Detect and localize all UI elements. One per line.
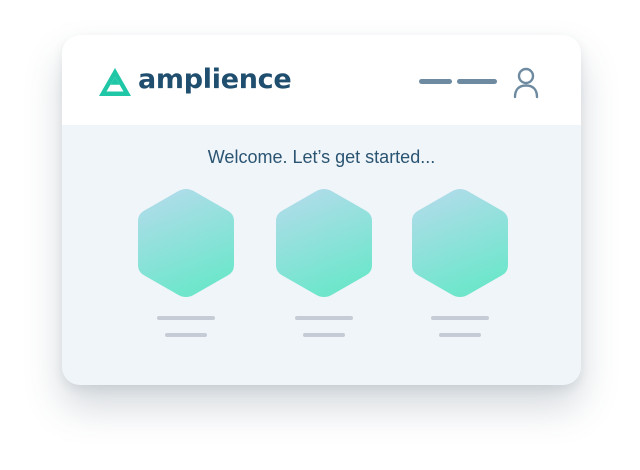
amplience-logo-icon: [99, 68, 131, 96]
placeholder-line: [303, 333, 345, 337]
menu-bars-icon[interactable]: [419, 79, 497, 84]
placeholder-line: [431, 316, 489, 320]
placeholder-line: [165, 333, 207, 337]
hexagon-icon: [412, 189, 508, 297]
placeholder-line: [295, 316, 353, 320]
option-card[interactable]: [268, 185, 380, 345]
welcome-heading: Welcome. Let’s get started...: [207, 147, 436, 167]
option-card[interactable]: [404, 185, 516, 345]
brand-name: amplience: [138, 64, 292, 95]
header-bar: amplience: [62, 35, 581, 125]
option-cards: [62, 185, 581, 355]
brand-logo[interactable]: amplience: [98, 64, 292, 100]
user-icon[interactable]: [512, 67, 540, 99]
option-card[interactable]: [130, 185, 242, 345]
app-window: amplience Welcome. Let’s get started...: [62, 35, 581, 385]
stage: amplience Welcome. Let’s get started...: [0, 0, 640, 470]
hexagon-icon: [138, 189, 234, 297]
placeholder-line: [157, 316, 215, 320]
hexagon-icon: [276, 189, 372, 297]
placeholder-line: [439, 333, 481, 337]
